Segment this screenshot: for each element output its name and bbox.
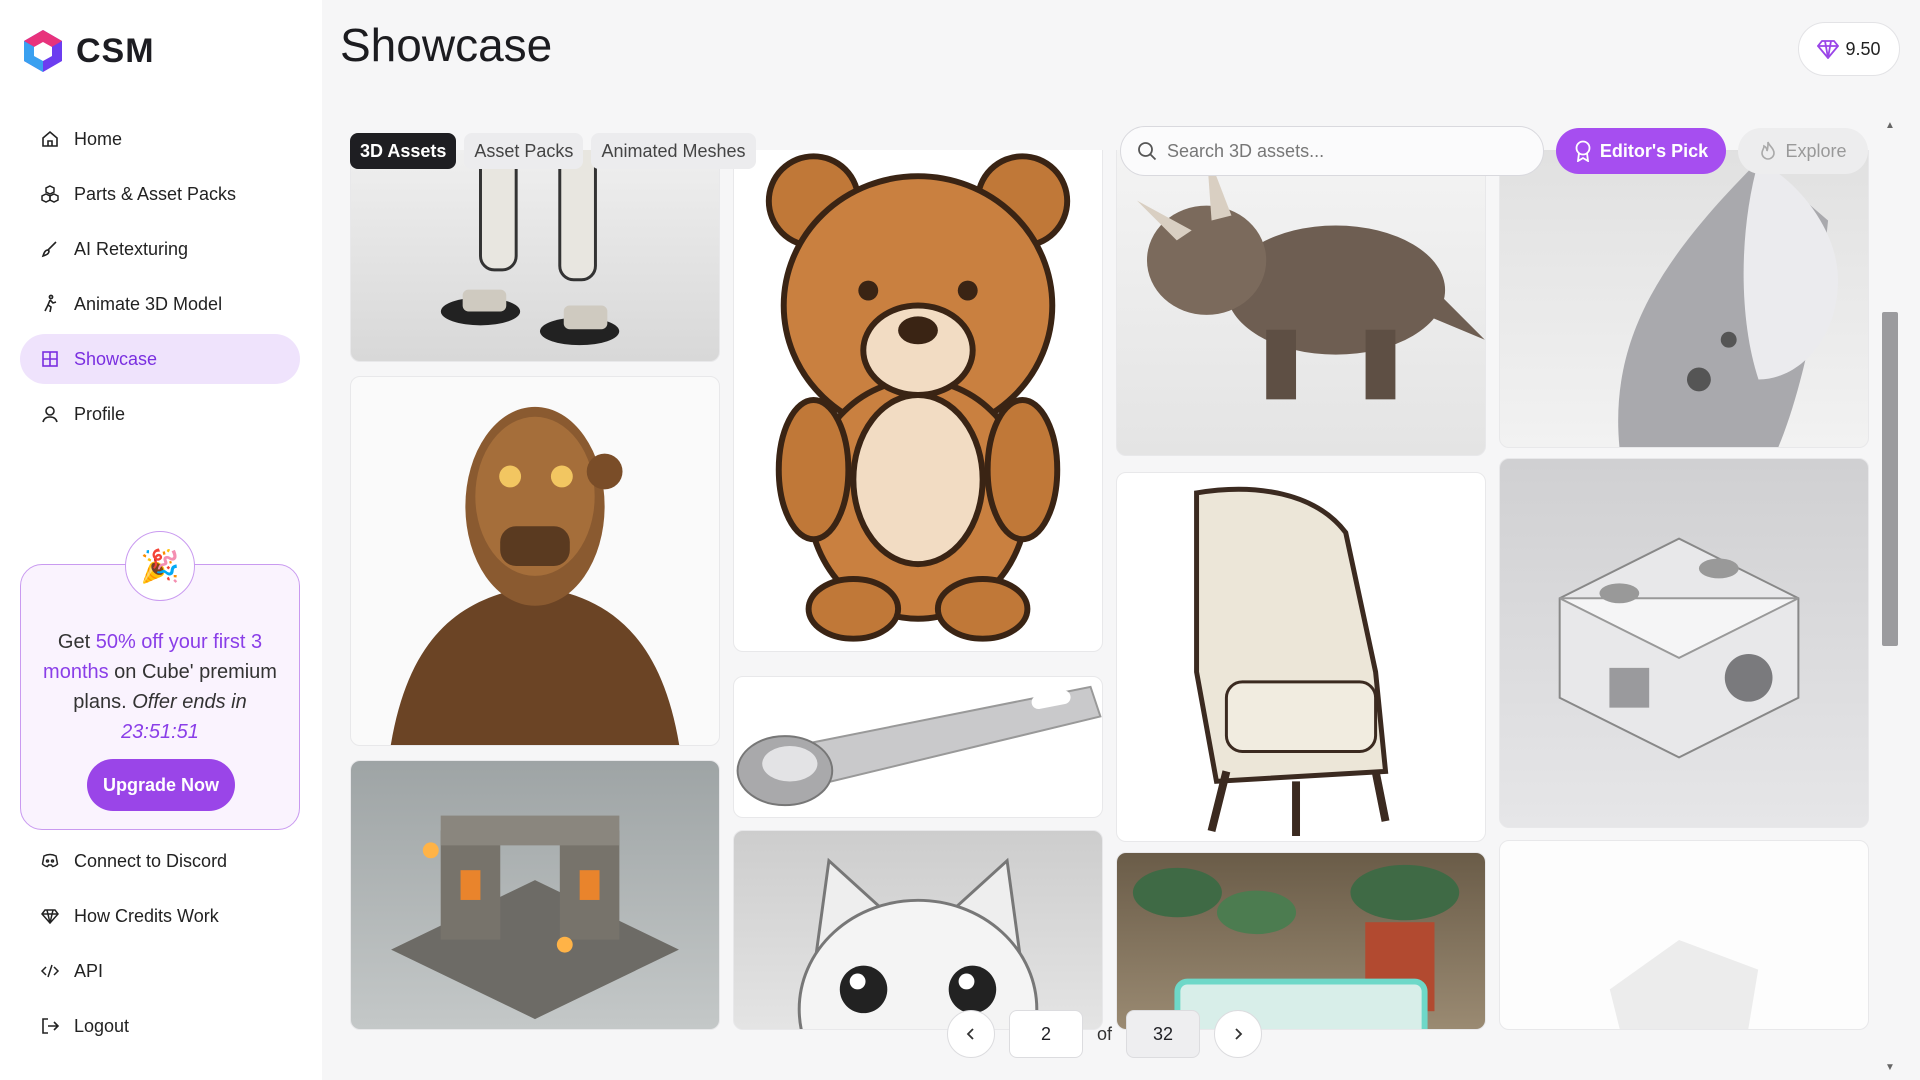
chevron-right-icon xyxy=(1235,1028,1243,1040)
sidebar-item-label: Showcase xyxy=(74,348,158,369)
asset-thumbnail xyxy=(390,406,680,745)
diamond-icon xyxy=(1817,40,1840,59)
promo-card: 🎉 Get 50% off your first 3 months on Cub… xyxy=(20,531,300,830)
home-icon xyxy=(40,129,60,149)
editors-pick-button[interactable]: Editor's Pick xyxy=(1556,128,1726,174)
asset-thumbnail xyxy=(1194,486,1390,837)
promo-text: Get 50% off your first 3 months on Cube'… xyxy=(43,631,277,743)
logo-text: CSM xyxy=(76,31,155,70)
asset-thumbnail xyxy=(736,685,1102,807)
sidebar-item-logout[interactable]: Logout xyxy=(20,1001,300,1051)
sidebar-item-home[interactable]: Home xyxy=(20,114,300,164)
asset-thumbnail xyxy=(1618,160,1838,447)
next-page-button[interactable] xyxy=(1214,1010,1263,1058)
asset-grid xyxy=(350,150,1870,1030)
asset-card-cat-toy[interactable] xyxy=(733,830,1103,1030)
tab-3d-assets[interactable]: 3D Assets xyxy=(350,133,457,169)
sidebar-item-label: Home xyxy=(74,128,123,149)
asset-thumbnail xyxy=(765,153,1071,642)
sidebar-item-animate[interactable]: Animate 3D Model xyxy=(20,279,300,329)
asset-thumbnail xyxy=(440,150,620,346)
total-pages: 32 xyxy=(1126,1010,1201,1058)
asset-card-ruins[interactable] xyxy=(350,760,720,1030)
asset-card-measuring-spoon[interactable] xyxy=(733,676,1103,818)
asset-card-teddy-bear[interactable] xyxy=(733,150,1103,652)
discord-icon xyxy=(40,851,60,871)
asset-card-white-object[interactable] xyxy=(1499,840,1869,1030)
countdown-timer: 23:51:51 xyxy=(121,721,199,743)
main-nav: Home Parts & Asset Packs AI Retexturing … xyxy=(20,114,300,444)
explore-label: Explore xyxy=(1785,140,1847,161)
sidebar-item-discord[interactable]: Connect to Discord xyxy=(20,836,300,886)
flame-icon xyxy=(1761,141,1776,160)
grid-icon xyxy=(40,349,60,369)
code-icon xyxy=(40,961,60,981)
asset-thumbnail xyxy=(1137,150,1485,400)
asset-thumbnail xyxy=(1609,939,1759,1029)
upgrade-now-button[interactable]: Upgrade Now xyxy=(87,759,235,811)
asset-card-triceratops[interactable] xyxy=(1116,150,1486,456)
sidebar: CSM Home Parts & Asset Packs AI Retextur… xyxy=(0,0,322,1080)
asset-card-robot-arm[interactable] xyxy=(1499,150,1869,448)
explore-button[interactable]: Explore xyxy=(1738,128,1868,174)
asset-thumbnail xyxy=(391,815,679,1020)
logo[interactable]: CSM xyxy=(20,28,155,74)
prev-page-button[interactable] xyxy=(947,1010,995,1058)
current-page-input[interactable]: 2 xyxy=(1009,1010,1083,1058)
logout-icon xyxy=(40,1016,60,1036)
csm-logo-icon xyxy=(24,30,62,72)
asset-card-steampunk-soldier[interactable] xyxy=(350,376,720,746)
chevron-left-icon xyxy=(966,1028,974,1040)
sidebar-item-credits[interactable]: How Credits Work xyxy=(20,891,300,941)
scroll-up-arrow-icon[interactable]: ▲ xyxy=(1885,120,1895,131)
user-icon xyxy=(40,404,60,424)
tab-animated-meshes[interactable]: Animated Meshes xyxy=(591,133,756,169)
cubes-icon xyxy=(40,184,60,204)
party-popper-icon: 🎉 xyxy=(125,531,195,601)
asset-card-robot-legs[interactable] xyxy=(350,150,720,362)
sidebar-item-showcase[interactable]: Showcase xyxy=(20,334,300,384)
asset-type-tabs: 3D Assets Asset Packs Animated Meshes xyxy=(350,133,756,169)
page-of-label: of xyxy=(1097,1023,1113,1044)
search-box[interactable] xyxy=(1120,126,1544,176)
sidebar-item-api[interactable]: API xyxy=(20,946,300,996)
sidebar-item-label: How Credits Work xyxy=(74,905,219,926)
scroll-down-arrow-icon[interactable]: ▼ xyxy=(1885,1062,1895,1073)
sidebar-item-retexturing[interactable]: AI Retexturing xyxy=(20,224,300,274)
sidebar-item-label: Connect to Discord xyxy=(74,850,228,871)
search-icon xyxy=(1138,142,1157,161)
credits-badge[interactable]: 9.50 xyxy=(1798,22,1900,76)
sidebar-item-label: API xyxy=(74,960,104,981)
sidebar-item-profile[interactable]: Profile xyxy=(20,389,300,439)
tab-asset-packs[interactable]: Asset Packs xyxy=(464,133,584,169)
editors-pick-label: Editor's Pick xyxy=(1599,140,1709,161)
sidebar-item-label: Profile xyxy=(74,403,126,424)
sidebar-item-label: Logout xyxy=(74,1015,130,1036)
credits-value: 9.50 xyxy=(1845,38,1881,59)
sidebar-item-label: Parts & Asset Packs xyxy=(74,183,237,204)
asset-thumbnail xyxy=(1558,537,1800,759)
secondary-nav: Connect to Discord How Credits Work API … xyxy=(20,836,300,1056)
page-title: Showcase xyxy=(340,19,553,71)
search-input[interactable] xyxy=(1167,140,1527,162)
asset-card-plant-box[interactable] xyxy=(1116,852,1486,1030)
scrollbar-thumb[interactable] xyxy=(1882,312,1898,646)
brush-icon xyxy=(40,239,60,259)
asset-thumbnail xyxy=(797,857,1039,1029)
running-figure-icon xyxy=(40,294,60,314)
sidebar-item-label: AI Retexturing xyxy=(74,238,189,259)
sidebar-item-parts[interactable]: Parts & Asset Packs xyxy=(20,169,300,219)
sidebar-item-label: Animate 3D Model xyxy=(74,293,223,314)
asset-card-machined-part[interactable] xyxy=(1499,458,1869,828)
award-icon xyxy=(1575,140,1591,162)
diamond-icon xyxy=(40,906,60,926)
pagination: 2 of 32 xyxy=(947,1010,1263,1058)
asset-card-armchair[interactable] xyxy=(1116,472,1486,842)
asset-thumbnail xyxy=(1132,864,1460,1029)
